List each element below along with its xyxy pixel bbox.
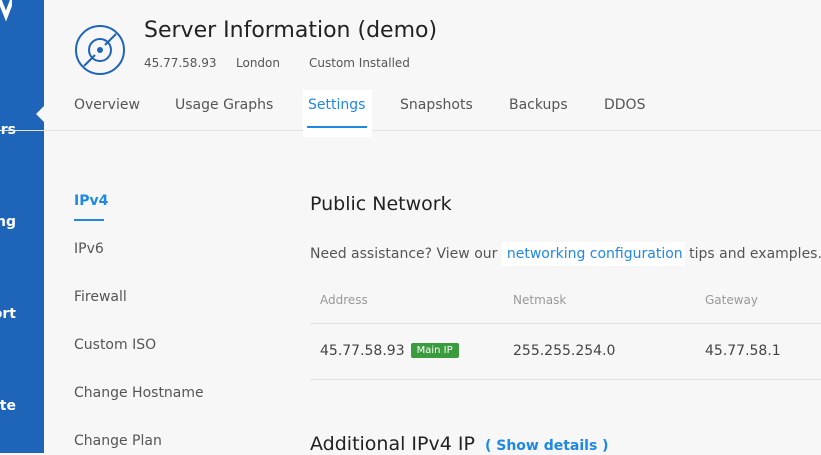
tab-overview[interactable]: Overview — [74, 97, 140, 113]
table-divider — [310, 323, 821, 324]
main-ip-badge: Main IP — [410, 343, 459, 358]
table-row: 45.77.58.93 Main IP — [320, 343, 459, 359]
subnav-firewall[interactable]: Firewall — [74, 289, 127, 305]
sidebar-item-affiliate[interactable]: ate — [0, 398, 16, 414]
column-header-gateway: Gateway — [705, 293, 759, 307]
sidebar: ers ng ort ate — [0, 0, 44, 453]
sidebar-item-support[interactable]: ort — [0, 306, 16, 322]
cell-netmask: 255.255.254.0 — [513, 343, 616, 359]
subnav-active-indicator — [74, 219, 104, 221]
help-prefix: Need assistance? View our — [310, 246, 498, 262]
help-suffix: tips and examples. — [689, 246, 821, 262]
networking-configuration-link[interactable]: networking configuration — [501, 242, 685, 266]
additional-ipv4-title: Additional IPv4 IP — [310, 433, 475, 455]
subnav-change-plan[interactable]: Change Plan — [74, 433, 162, 449]
page-title: Server Information (demo) — [144, 18, 438, 43]
sidebar-item-billing[interactable]: ng — [0, 214, 16, 230]
help-text: Need assistance? View our networking con… — [310, 242, 821, 266]
section-title-additional-ipv4: Additional IPv4 IP ( Show details ) — [310, 433, 609, 455]
tab-bar: Overview Usage Graphs Settings Snapshots… — [0, 90, 821, 137]
tab-backups[interactable]: Backups — [509, 97, 568, 113]
server-location: London — [236, 56, 280, 70]
cell-address: 45.77.58.93 — [320, 343, 405, 359]
table-divider — [310, 379, 821, 380]
cell-gateway: 45.77.58.1 — [705, 343, 781, 359]
subnav-ipv4[interactable]: IPv4 — [74, 193, 108, 209]
tab-ddos[interactable]: DDOS — [604, 97, 645, 113]
section-title-public-network: Public Network — [310, 193, 452, 215]
subnav-custom-iso[interactable]: Custom ISO — [74, 337, 156, 353]
server-os: Custom Installed — [309, 56, 410, 70]
subnav-ipv6[interactable]: IPv6 — [74, 241, 104, 257]
tab-usage-graphs[interactable]: Usage Graphs — [175, 97, 273, 113]
tab-settings[interactable]: Settings — [308, 97, 365, 113]
active-tab-indicator — [307, 126, 367, 128]
column-header-netmask: Netmask — [513, 293, 567, 307]
tab-snapshots[interactable]: Snapshots — [400, 97, 473, 113]
disc-icon — [75, 25, 125, 75]
column-header-address: Address — [320, 293, 368, 307]
server-ip: 45.77.58.93 — [144, 56, 217, 70]
show-details-link[interactable]: ( Show details ) — [485, 438, 609, 454]
subnav-change-hostname[interactable]: Change Hostname — [74, 385, 204, 401]
logo-icon — [0, 0, 12, 22]
